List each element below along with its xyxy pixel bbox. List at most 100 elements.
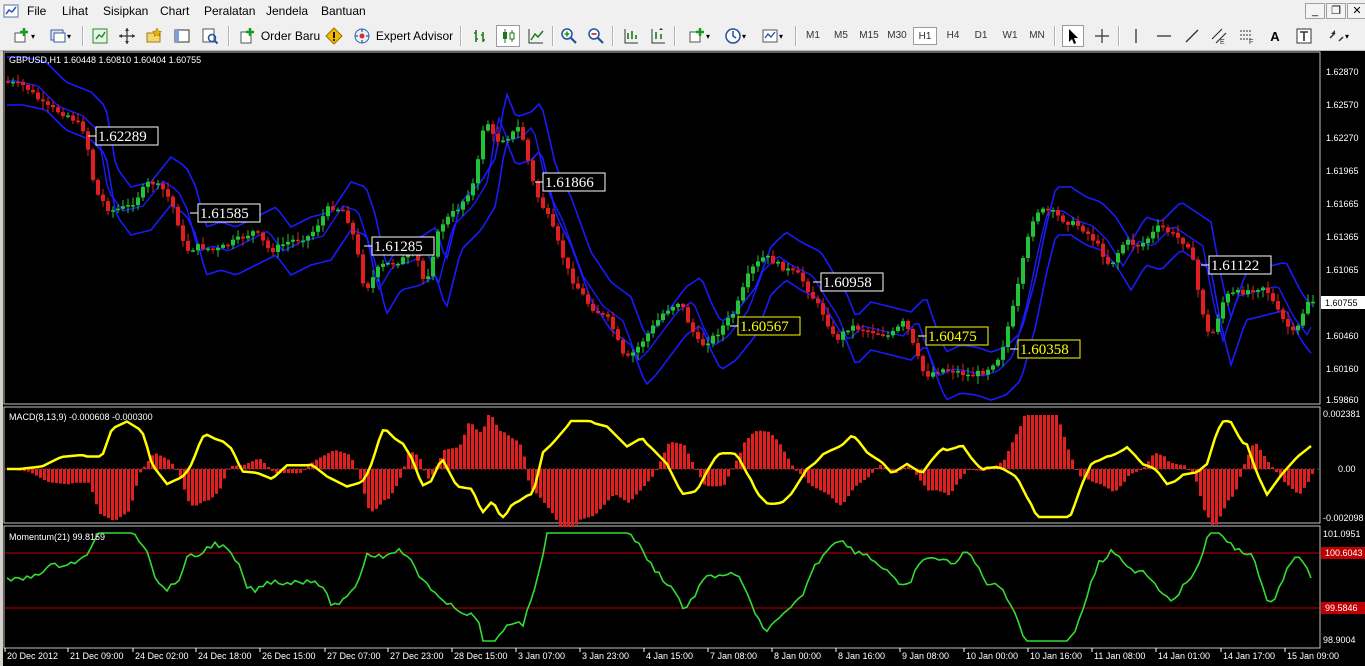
zoom-out-button[interactable] bbox=[586, 25, 606, 47]
candle-body bbox=[946, 369, 950, 371]
candle-body bbox=[1036, 212, 1040, 222]
timeframe-w1[interactable]: W1 bbox=[999, 27, 1021, 45]
menu-sisipkan[interactable]: Sisipkan bbox=[103, 4, 148, 18]
macd-bar bbox=[491, 417, 494, 469]
macd-bar bbox=[1055, 415, 1058, 469]
macd-bar bbox=[251, 461, 254, 469]
text-tool-button[interactable]: A bbox=[1265, 25, 1285, 47]
macd-bar bbox=[731, 468, 734, 470]
auto-trading-toggle[interactable] bbox=[324, 25, 344, 47]
candle-body bbox=[526, 139, 530, 161]
candle-body bbox=[71, 115, 75, 121]
candle-body bbox=[501, 140, 505, 142]
chart-window[interactable]: 1.62289 1.61585 1.61285 1.61866 1.60958 1.605… bbox=[3, 51, 1365, 666]
minimize-button[interactable]: _ bbox=[1305, 3, 1325, 19]
menu-chart[interactable]: Chart bbox=[160, 4, 189, 18]
strategy-tester-button[interactable] bbox=[199, 25, 221, 47]
timeframe-m5[interactable]: M5 bbox=[831, 27, 851, 45]
periods-button[interactable]: ▾ bbox=[720, 25, 750, 47]
terminal-window-icon bbox=[174, 29, 190, 43]
candlestick-button[interactable] bbox=[496, 25, 520, 47]
candle-body bbox=[901, 321, 905, 327]
menu-bantuan[interactable]: Bantuan bbox=[321, 4, 366, 18]
macd-bar bbox=[195, 469, 198, 506]
candle-body bbox=[1096, 240, 1100, 244]
text-label-tool-button[interactable] bbox=[1293, 25, 1315, 47]
chart-canvas[interactable]: 1.62289 1.61585 1.61285 1.61866 1.60958 1.605… bbox=[3, 51, 1365, 666]
timeframe-m1[interactable]: M1 bbox=[803, 27, 823, 45]
candle-body bbox=[926, 371, 930, 377]
arrows-tool-button[interactable]: ▾ bbox=[1322, 25, 1354, 47]
crosshair-tool-button[interactable] bbox=[1092, 25, 1112, 47]
toolbar: ▾ ▾ Order Baru Expert Advisor ▾ ▾ ▾ M1 M… bbox=[0, 22, 1365, 51]
macd-bar bbox=[787, 458, 790, 470]
candle-body bbox=[1091, 234, 1095, 241]
menu-jendela[interactable]: Jendela bbox=[266, 4, 308, 18]
candle-body bbox=[1266, 287, 1270, 293]
candle-body bbox=[701, 339, 705, 346]
macd-bar bbox=[255, 459, 258, 469]
cursor-tool-button[interactable] bbox=[1062, 25, 1084, 47]
new-chart-button[interactable]: ▾ bbox=[8, 25, 40, 47]
timeframe-m30[interactable]: M30 bbox=[885, 27, 909, 45]
menu-file[interactable]: File bbox=[27, 4, 46, 18]
macd-bar bbox=[939, 469, 942, 492]
restore-button[interactable]: ❐ bbox=[1326, 3, 1346, 19]
profiles-button[interactable]: ▾ bbox=[44, 25, 76, 47]
fibonacci-tool-button[interactable]: F bbox=[1236, 25, 1258, 47]
chart-shift-button[interactable] bbox=[648, 25, 668, 47]
trendline-tool-button[interactable] bbox=[1182, 25, 1202, 47]
momentum-axis-top: 101.0951 bbox=[1323, 529, 1361, 539]
macd-bar bbox=[675, 442, 678, 469]
favorites-button[interactable] bbox=[143, 25, 165, 47]
equidistant-channel-button[interactable]: E bbox=[1208, 25, 1230, 47]
candle-body bbox=[1066, 221, 1070, 225]
timeframe-h4[interactable]: H4 bbox=[943, 27, 963, 45]
new-chart-icon bbox=[14, 28, 28, 43]
candle-body bbox=[981, 370, 985, 375]
timeframe-d1[interactable]: D1 bbox=[971, 27, 991, 45]
macd-axis-bottom: -0.002098 bbox=[1323, 513, 1364, 523]
macd-bar bbox=[767, 431, 770, 469]
menu-lihat[interactable]: Lihat bbox=[62, 4, 88, 18]
macd-bar bbox=[555, 469, 558, 520]
macd-bar bbox=[1123, 469, 1126, 482]
macd-bar bbox=[583, 469, 586, 519]
indicators-icon bbox=[689, 28, 704, 43]
candle-body bbox=[1186, 243, 1190, 248]
terminal-button[interactable] bbox=[171, 25, 193, 47]
macd-bar bbox=[1103, 469, 1106, 487]
menu-peralatan[interactable]: Peralatan bbox=[204, 4, 255, 18]
candle-body bbox=[1301, 313, 1305, 326]
expert-advisor-button[interactable]: Expert Advisor bbox=[351, 25, 455, 47]
zoom-in-button[interactable] bbox=[559, 25, 579, 47]
price-label: 1.61285 bbox=[374, 239, 423, 255]
line-chart-button[interactable] bbox=[526, 25, 546, 47]
vertical-line-tool-button[interactable] bbox=[1126, 25, 1146, 47]
macd-bar bbox=[99, 469, 102, 515]
candle-body bbox=[1271, 293, 1275, 302]
autoscroll-button[interactable] bbox=[621, 25, 641, 47]
macd-bar bbox=[1275, 469, 1278, 473]
market-watch-button[interactable] bbox=[89, 25, 111, 47]
macd-bar bbox=[607, 469, 610, 501]
timeframe-h1[interactable]: H1 bbox=[913, 27, 937, 45]
timeframe-m15[interactable]: M15 bbox=[857, 27, 881, 45]
candle-body bbox=[1191, 247, 1195, 260]
bar-chart-button[interactable] bbox=[470, 25, 490, 47]
macd-bar bbox=[359, 469, 362, 480]
macd-bar bbox=[799, 469, 802, 474]
indicators-button[interactable]: ▾ bbox=[683, 25, 715, 47]
price-labels: 1.62289 1.61585 1.61285 1.61866 1.60958 1.605… bbox=[88, 126, 1272, 359]
horizontal-line-tool-button[interactable] bbox=[1154, 25, 1174, 47]
timeframe-mn[interactable]: MN bbox=[1026, 27, 1048, 45]
candle-body bbox=[1021, 258, 1025, 284]
candle-body bbox=[361, 254, 365, 284]
close-button[interactable]: ✕ bbox=[1347, 3, 1365, 19]
templates-button[interactable]: ▾ bbox=[756, 25, 788, 47]
navigator-button[interactable] bbox=[116, 25, 138, 47]
candle-body bbox=[351, 222, 355, 235]
time-label: 14 Jan 01:00 bbox=[1158, 651, 1210, 661]
macd-bar bbox=[1047, 415, 1050, 469]
new-order-button[interactable]: Order Baru bbox=[236, 25, 322, 47]
